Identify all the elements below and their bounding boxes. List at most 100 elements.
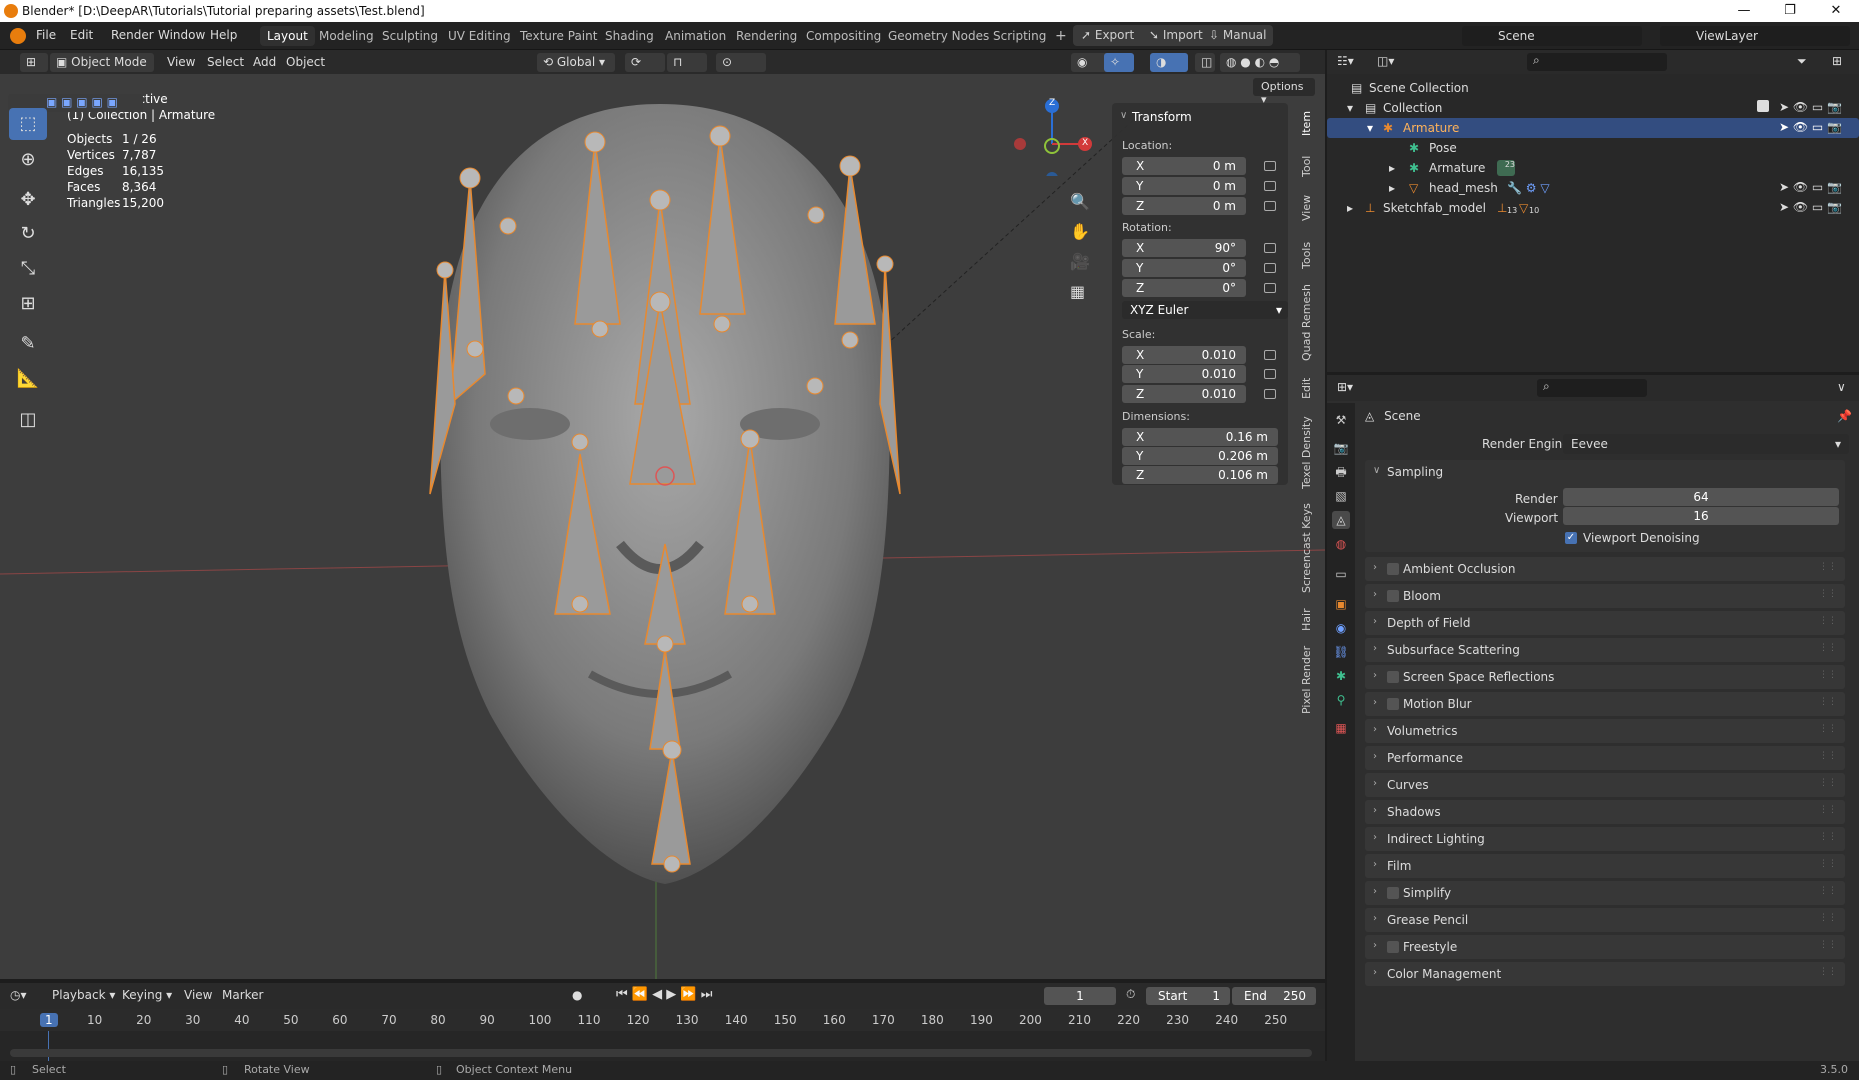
constraints-tab-icon[interactable]: ⛓	[1332, 643, 1350, 661]
pan-hand-icon[interactable]: ✋	[1070, 222, 1090, 241]
transform-orientation[interactable]: ⟲ Global ▾	[537, 53, 615, 72]
drag-grip-icon[interactable]: ⋮⋮	[1819, 670, 1837, 680]
rotation-mode-select[interactable]: XYZ Euler ▾	[1122, 301, 1288, 319]
playback-controls-icons[interactable]: ⏮ ⏪ ◀ ▶ ⏩ ⏭	[616, 987, 712, 1002]
world-tab-icon[interactable]: ◍	[1332, 535, 1350, 553]
end-frame-field[interactable]: End 250	[1232, 987, 1316, 1005]
tab-compositing[interactable]: Compositing	[799, 26, 888, 46]
output-tab-icon[interactable]: 🖶	[1332, 463, 1350, 481]
drag-grip-icon[interactable]: ⋮⋮	[1819, 616, 1837, 626]
sampling-viewport-field[interactable]: 16	[1563, 507, 1839, 525]
tab-screencast-keys[interactable]: Screencast Keys	[1300, 501, 1322, 596]
view-layer-tab-icon[interactable]: ▧	[1332, 487, 1350, 505]
drag-grip-icon[interactable]: ⋮⋮	[1819, 859, 1837, 869]
menu-marker[interactable]: Marker	[216, 986, 269, 1005]
panel-screen-space-reflections[interactable]: › Screen Space Reflections ⋮⋮	[1365, 665, 1845, 689]
scale-y-field[interactable]: Y 0.010	[1122, 365, 1246, 383]
rotate-tool-icon[interactable]: ↻	[9, 218, 47, 250]
tab-view[interactable]: View	[1300, 191, 1322, 225]
panel-freestyle[interactable]: › Freestyle ⋮⋮	[1365, 935, 1845, 959]
select-box-icon[interactable]: ▣ ▣ ▣ ▣ ▣	[46, 95, 118, 109]
pin-icon[interactable]: 📌	[1837, 409, 1852, 423]
outliner-row-sketchfab-model[interactable]: ▸ ⊥ Sketchfab_model ⊥ 13 ▽ 10 ➤ 👁 ▭ 📷	[1327, 198, 1859, 218]
shading-mode-icons[interactable]: ◍ ● ◐ ◓	[1220, 53, 1300, 72]
panel-enable-checkbox[interactable]	[1387, 887, 1399, 899]
menu-window[interactable]: Window	[158, 28, 205, 42]
panel-performance[interactable]: › Performance ⋮⋮	[1365, 746, 1845, 770]
object-tab-icon[interactable]: ▣	[1332, 595, 1350, 613]
menu-add[interactable]: Add	[247, 53, 282, 72]
panel-enable-checkbox[interactable]	[1387, 941, 1399, 953]
display-mode-icon[interactable]: ◫▾	[1377, 54, 1394, 68]
cursor-tool-icon[interactable]: ⊕	[9, 144, 47, 176]
drag-grip-icon[interactable]: ⋮⋮	[1819, 913, 1837, 923]
chevron-down-icon[interactable]: ∨	[1837, 380, 1846, 394]
menu-view[interactable]: View	[161, 53, 201, 72]
drag-grip-icon[interactable]: ⋮⋮	[1819, 643, 1837, 653]
tab-quad-remesh[interactable]: Quad Remesh	[1300, 283, 1322, 363]
lock-icon[interactable]	[1264, 263, 1276, 273]
editor-type-icon[interactable]: ⊞	[20, 53, 48, 72]
panel-ambient-occlusion[interactable]: › Ambient Occlusion ⋮⋮	[1365, 557, 1845, 581]
exclude-checkbox[interactable]	[1757, 100, 1769, 112]
menu-file[interactable]: File	[36, 28, 56, 42]
new-collection-icon[interactable]: ⊞	[1832, 54, 1842, 68]
tab-scripting[interactable]: Scripting	[986, 26, 1053, 46]
stopwatch-icon[interactable]: ⏱	[1126, 987, 1135, 1002]
properties-search-input[interactable]: ⌕	[1537, 379, 1647, 397]
outliner-row-armature-data[interactable]: ▸ ✱ Armature 23	[1327, 158, 1859, 178]
tab-tools[interactable]: Tools	[1300, 235, 1322, 275]
render-tab-icon[interactable]: 📷	[1332, 439, 1350, 457]
panel-subsurface-scattering[interactable]: › Subsurface Scattering ⋮⋮	[1365, 638, 1845, 662]
menu-playback[interactable]: Playback ▾	[46, 986, 121, 1005]
measure-tool-icon[interactable]: 📐	[9, 363, 47, 395]
tool-tab-icon[interactable]: ⚒	[1332, 411, 1350, 429]
gizmo-toggle-icon[interactable]: ✧	[1104, 53, 1134, 72]
render-engine-select[interactable]: Eevee ▾	[1563, 434, 1849, 454]
transform-tool-icon[interactable]: ⊞	[9, 288, 47, 320]
drag-grip-icon[interactable]: ⋮⋮	[1819, 562, 1837, 572]
tab-uv-editing[interactable]: UV Editing	[441, 26, 518, 46]
panel-curves[interactable]: › Curves ⋮⋮	[1365, 773, 1845, 797]
current-frame-field[interactable]: 1	[1044, 987, 1116, 1005]
outliner-row-pose[interactable]: ✱ Pose	[1327, 138, 1859, 158]
row-visibility-icons[interactable]: ➤ 👁 ▭ 📷	[1779, 120, 1842, 134]
outliner-row-collection[interactable]: ▾ ▤ Collection ➤ 👁 ▭ 📷	[1327, 98, 1859, 118]
blender-menu-icon[interactable]	[10, 28, 26, 44]
properties-editor-icon[interactable]: ⊞▾	[1337, 380, 1353, 394]
panel-enable-checkbox[interactable]	[1387, 698, 1399, 710]
outliner-search-input[interactable]: ⌕	[1527, 53, 1667, 71]
disclosure-icon[interactable]: ▸	[1389, 181, 1395, 195]
tab-sculpting[interactable]: Sculpting	[375, 26, 445, 46]
menu-select[interactable]: Select	[201, 53, 250, 72]
lock-icon[interactable]	[1264, 389, 1276, 399]
tab-pixel-render[interactable]: Pixel Render	[1300, 645, 1322, 715]
add-cube-tool-icon[interactable]: ◫	[9, 404, 47, 436]
mode-selector[interactable]: ▣ Object Mode ▾	[50, 53, 154, 88]
dimensions-x-field[interactable]: X 0.16 m	[1122, 428, 1278, 446]
drag-grip-icon[interactable]: ⋮⋮	[1819, 778, 1837, 788]
camera-view-icon[interactable]: 🎥	[1070, 252, 1090, 271]
row-visibility-icons[interactable]: ➤ 👁 ▭ 📷	[1779, 100, 1842, 114]
menu-render[interactable]: Render	[111, 28, 154, 42]
panel-depth-of-field[interactable]: › Depth of Field ⋮⋮	[1365, 611, 1845, 635]
import-button[interactable]: ➘ Import	[1149, 28, 1203, 42]
panel-motion-blur[interactable]: › Motion Blur ⋮⋮	[1365, 692, 1845, 716]
xray-icon[interactable]: ◫	[1195, 53, 1215, 72]
bone-tab-icon[interactable]: ⚲	[1332, 691, 1350, 709]
manual-button[interactable]: ⇩ Manual	[1209, 28, 1266, 42]
scene-tab-icon[interactable]: ◬	[1332, 511, 1350, 529]
row-visibility-icons[interactable]: ➤ 👁 ▭ 📷	[1779, 180, 1842, 194]
lock-icon[interactable]	[1264, 369, 1276, 379]
add-workspace-button[interactable]: +	[1048, 26, 1074, 46]
proportional-edit-icon[interactable]: ⊙	[716, 53, 766, 72]
location-z-field[interactable]: Z 0 m	[1122, 197, 1246, 215]
menu-help[interactable]: Help	[210, 28, 237, 42]
start-frame-field[interactable]: Start 1	[1146, 987, 1230, 1005]
scene-selector[interactable]: Scene	[1462, 26, 1642, 46]
tab-rendering[interactable]: Rendering	[729, 26, 804, 46]
panel-simplify[interactable]: › Simplify ⋮⋮	[1365, 881, 1845, 905]
lock-icon[interactable]	[1264, 161, 1276, 171]
drag-grip-icon[interactable]: ⋮⋮	[1819, 697, 1837, 707]
ortho-grid-icon[interactable]: ▦	[1070, 282, 1085, 301]
